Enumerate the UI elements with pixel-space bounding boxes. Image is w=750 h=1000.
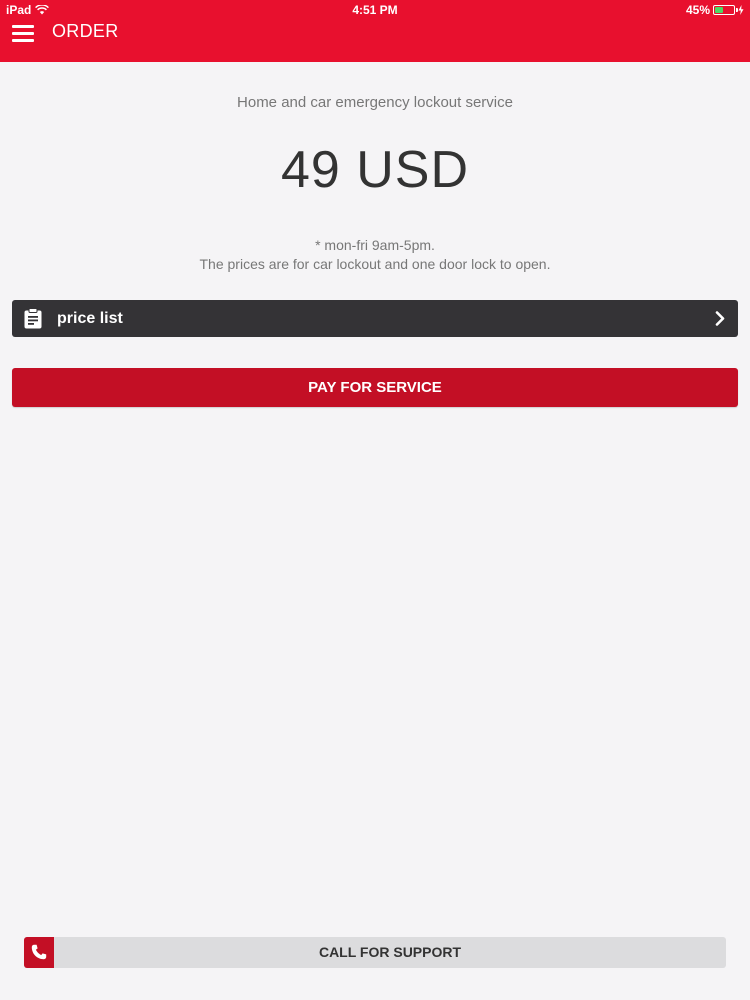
nav-row: ORDER (0, 20, 750, 62)
battery-tip (736, 8, 738, 12)
price-list-button[interactable]: price list (12, 300, 738, 337)
battery-level (715, 7, 723, 13)
charging-icon (738, 5, 744, 15)
chevron-right-icon (715, 311, 725, 326)
pay-for-service-button[interactable]: PAY FOR SERVICE (12, 368, 738, 407)
hamburger-menu-icon[interactable] (12, 23, 36, 43)
status-bar: iPad 4:51 PM 45% (0, 0, 750, 20)
battery-icon (713, 5, 738, 15)
note-hours: * mon-fri 9am-5pm. (315, 237, 435, 253)
phone-icon (31, 944, 47, 960)
clipboard-icon (24, 308, 42, 329)
service-title: Home and car emergency lockout service (237, 94, 513, 111)
phone-icon-box (24, 937, 54, 968)
battery-percent: 45% (685, 3, 710, 17)
call-for-support-button[interactable]: CALL FOR SUPPORT (24, 937, 726, 968)
status-time: 4:51 PM (352, 3, 398, 17)
note-description: The prices are for car lockout and one d… (199, 256, 551, 272)
status-right: 45% (686, 3, 744, 17)
support-label: CALL FOR SUPPORT (318, 944, 462, 960)
price-list-label: price list (57, 310, 123, 327)
page-title: ORDER (52, 21, 119, 41)
price-note: * mon-fri 9am-5pm. The prices are for ca… (0, 236, 750, 274)
price-value: 49 USD (280, 141, 470, 199)
app-header: iPad 4:51 PM 45% ORDER (0, 0, 750, 62)
